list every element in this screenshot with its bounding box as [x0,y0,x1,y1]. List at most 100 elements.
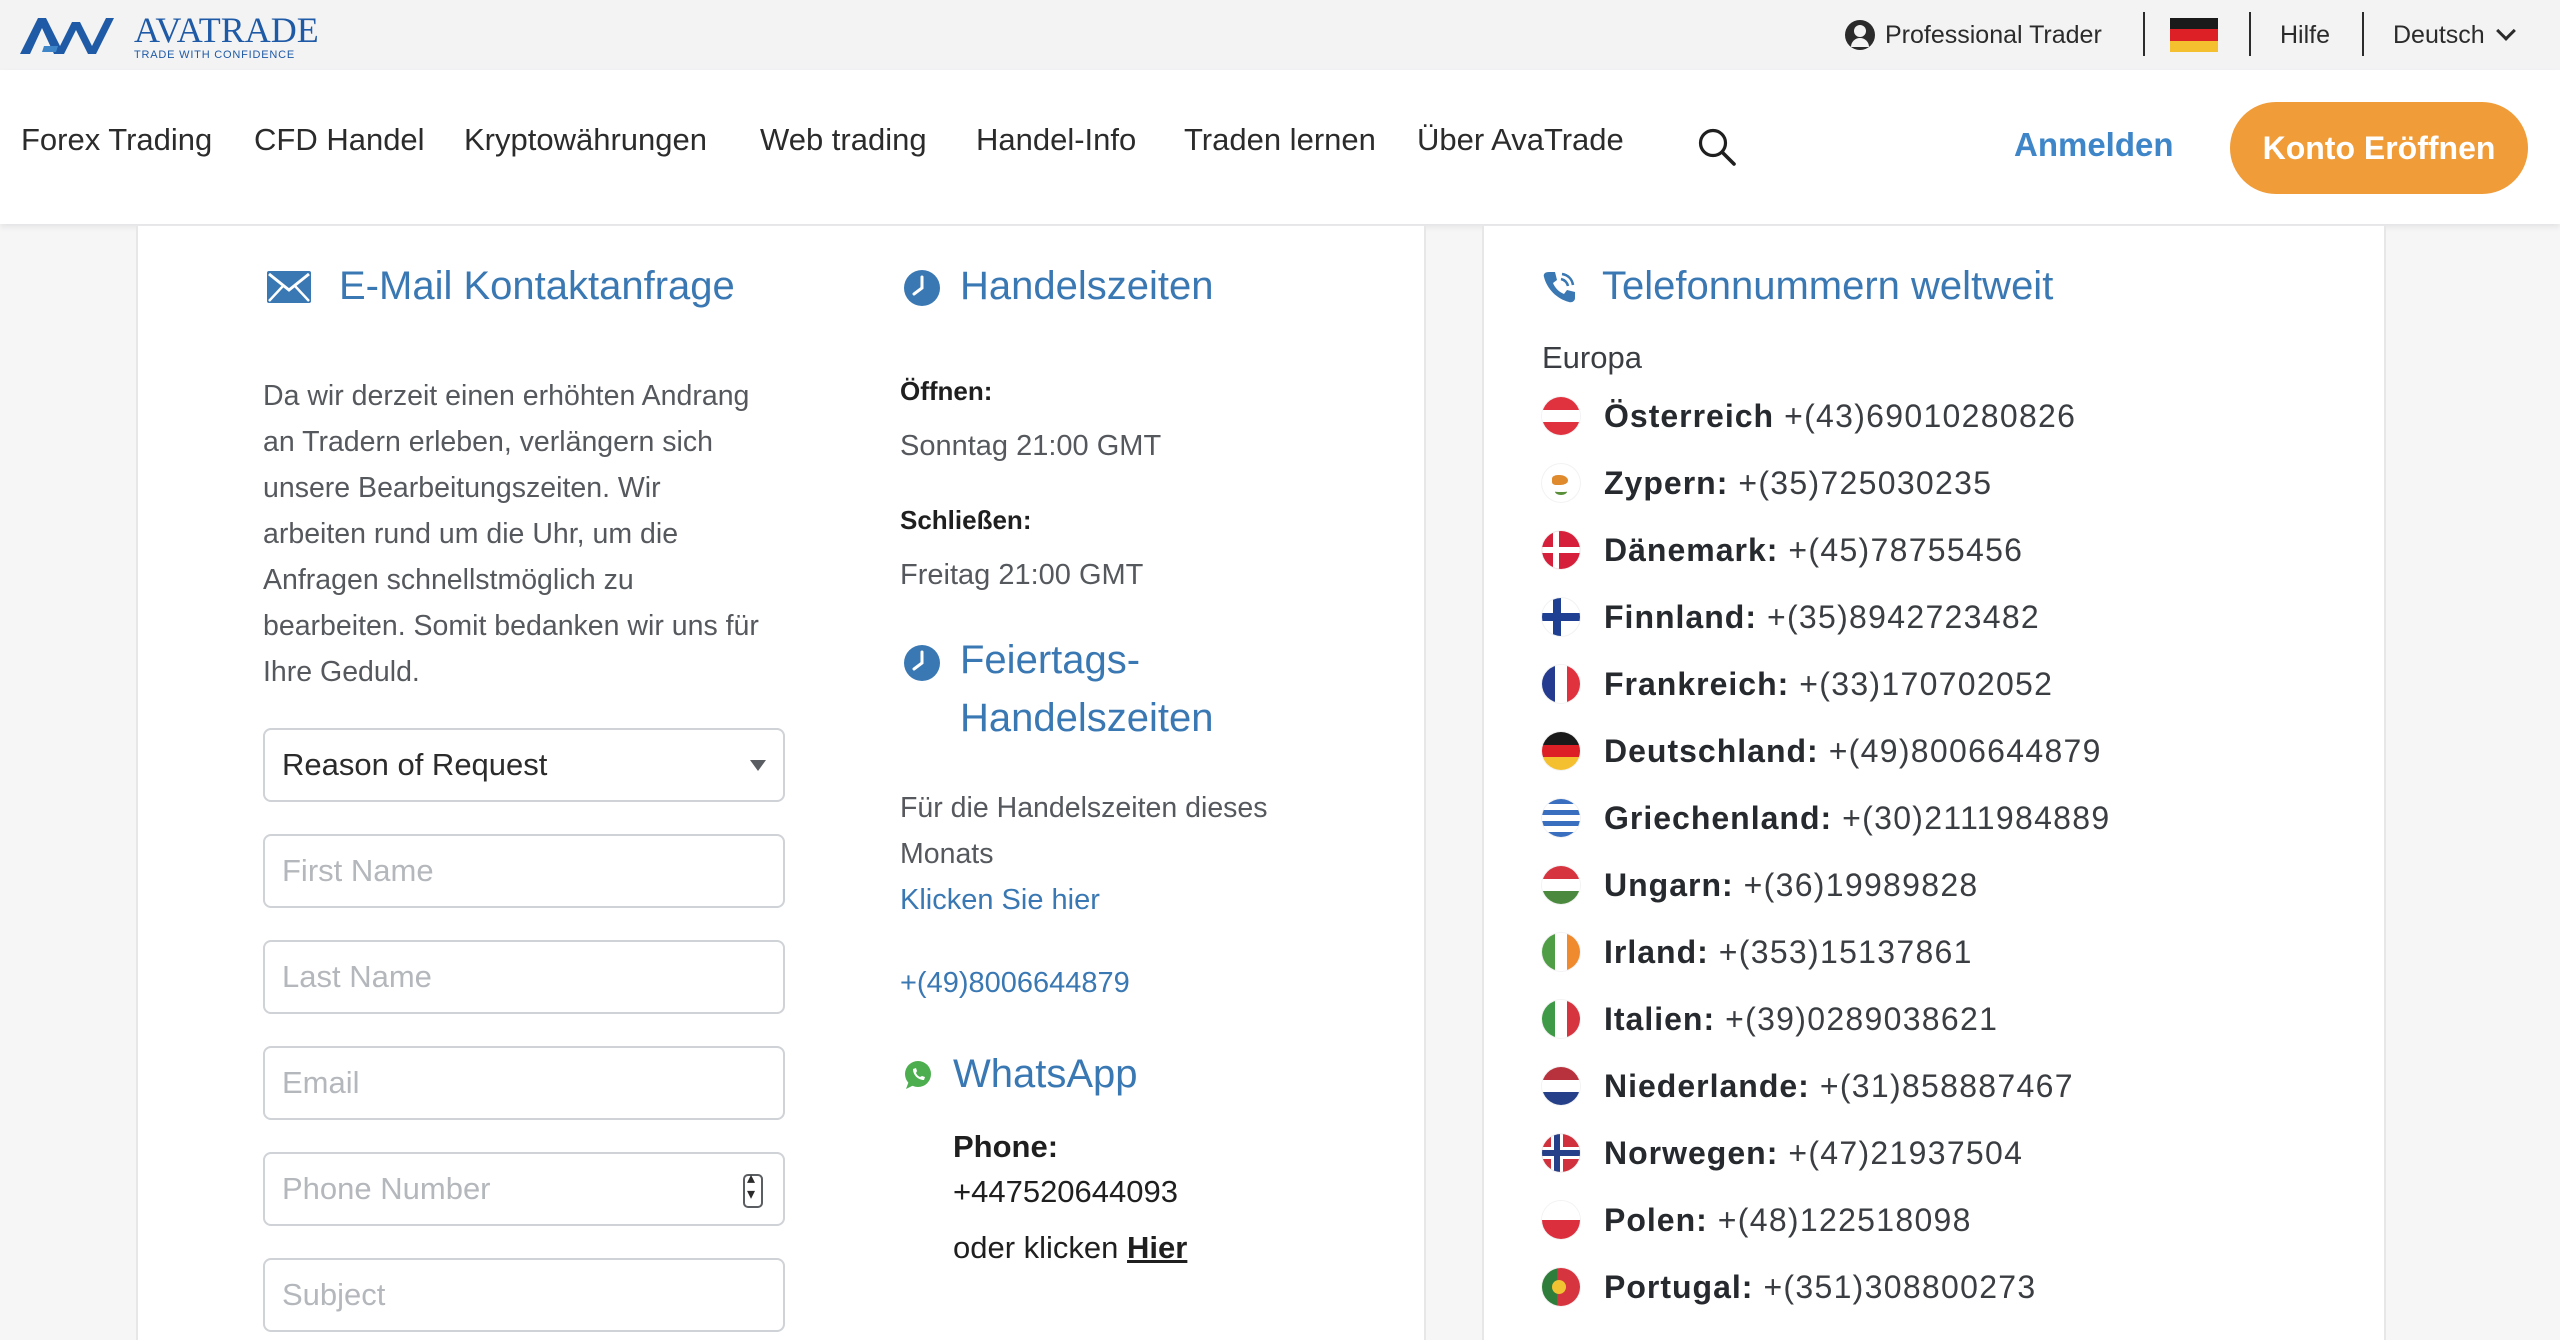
holiday-text: Für die Handelszeiten dieses Monats [900,785,1268,877]
whatsapp-icon [902,1059,934,1096]
top-utility-bar: AVATRADE TRADE WITH CONFIDENCE Professio… [0,0,2560,70]
number-stepper-icon[interactable] [743,1168,763,1208]
whatsapp-title: WhatsApp [953,1052,1138,1096]
ava-logo-icon [20,18,114,54]
nav-handel-info[interactable]: Handel-Info [976,122,1136,158]
nav-kryptowaehrungen[interactable]: Kryptowährungen [464,122,707,158]
country-name: Deutschland: [1604,732,1819,769]
nav-traden-lernen[interactable]: Traden lernen [1184,122,1376,158]
nav-web-trading[interactable]: Web trading [760,122,927,158]
holiday-phone-link[interactable]: +(49)8006644879 [900,967,1130,1000]
phone-row-hungary: Ungarn: +(36)19989828 [1542,860,1979,910]
search-icon[interactable] [1697,127,1737,167]
reason-select-value: Reason of Request [282,747,548,782]
open-account-button[interactable]: Konto Eröffnen [2230,102,2528,194]
poland-flag-icon [1542,1201,1580,1239]
phone-row-italy: Italien: +(39)0289038621 [1542,994,1998,1044]
nav-forex-trading[interactable]: Forex Trading [21,122,212,158]
norway-flag-icon [1542,1134,1580,1172]
phone-number[interactable]: +(47)21937504 [1788,1135,2023,1172]
nav-ueber-avatrade[interactable]: Über AvaTrade [1417,122,1624,158]
help-link[interactable]: Hilfe [2280,0,2330,70]
avatrade-logo[interactable]: AVATRADE TRADE WITH CONFIDENCE [20,10,319,62]
phone-number[interactable]: +(353)15137861 [1719,934,1973,971]
phone-row-cyprus: Zypern: +(35)725030235 [1542,458,1992,508]
phone-row-france: Frankreich: +(33)170702052 [1542,659,2053,709]
phone-row-greece: Griechenland: +(30)2111984889 [1542,793,2110,843]
holiday-title-line: Handelszeiten [960,696,1214,740]
phone-number[interactable]: +(49)8006644879 [1829,733,2102,770]
phone-number[interactable]: +(48)122518098 [1718,1202,1972,1239]
phone-number[interactable]: +(35)8942723482 [1767,599,2040,636]
whatsapp-phone-value: +447520644093 [953,1174,1178,1209]
phone-number[interactable]: +(30)2111984889 [1842,800,2110,837]
open-label: Öffnen: [900,376,993,406]
whatsapp-here-link[interactable]: Hier [1127,1230,1187,1265]
phone-row-netherlands: Niederlande: +(31)858887467 [1542,1061,2074,1111]
country-name: Dänemark: [1604,531,1779,568]
country-name: Norwegen: [1604,1134,1779,1171]
phone-number[interactable]: +(35)725030235 [1738,465,1992,502]
phone-number[interactable]: +(43)69010280826 [1784,398,2076,435]
login-link[interactable]: Anmelden [2014,126,2174,164]
france-flag-icon [1542,665,1580,703]
close-value: Freitag 21:00 GMT [900,559,1144,591]
country-name: Ungarn: [1604,866,1734,903]
italy-flag-icon [1542,1000,1580,1038]
language-dropdown[interactable]: Deutsch [2393,0,2516,70]
phone-row-austria: Österreich +(43)69010280826 [1542,391,2076,441]
phone-row-denmark: Dänemark: +(45)78755456 [1542,525,2023,575]
country-name: Polen: [1604,1201,1708,1238]
professional-trader-label: Professional Trader [1885,20,2102,49]
email-placeholder: Email [282,1065,360,1100]
intro-line: bearbeiten. Somit bedanken wir uns für [263,610,759,642]
phone-numbers-title: Telefonnummern weltweit [1602,264,2054,308]
phone-number[interactable]: +(351)308800273 [1763,1269,2036,1306]
phone-number[interactable]: +(39)0289038621 [1725,1001,1998,1038]
phone-number[interactable]: +(31)858887467 [1820,1068,2074,1105]
country-name: Niederlande: [1604,1067,1810,1104]
austria-flag-icon [1542,397,1580,435]
phone-number[interactable]: +(33)170702052 [1799,666,2053,703]
country-name: Irland: [1604,933,1709,970]
portugal-flag-icon [1542,1268,1580,1306]
whatsapp-click-prefix: oder klicken [953,1230,1119,1265]
holiday-click-here-link[interactable]: Klicken Sie hier [900,884,1100,917]
main-navigation: Forex Trading CFD Handel Kryptowährungen… [0,70,2560,224]
chevron-down-icon [2495,21,2516,41]
clock-icon [903,644,941,687]
country-name: Österreich [1604,397,1775,434]
trading-hours-title: Handelszeiten [960,264,1214,308]
region-europe: Europa [1542,340,1642,375]
reason-of-request-select[interactable]: Reason of Request [263,728,785,802]
phone-number[interactable]: +(45)78755456 [1788,532,2023,569]
phone-row-poland: Polen: +(48)122518098 [1542,1195,1972,1245]
subject-input[interactable]: Subject [263,1258,785,1332]
holiday-title-line: Feiertags- [960,638,1141,682]
last-name-placeholder: Last Name [282,959,432,994]
professional-trader-link[interactable]: Professional Trader [1845,0,2102,70]
germany-flag-icon [1542,732,1580,770]
intro-line: Anfragen schnellstmöglich zu [263,564,634,596]
denmark-flag-icon [1542,531,1580,569]
holiday-text-line: Monats [900,838,994,870]
phone-row-portugal: Portugal: +(351)308800273 [1542,1262,2037,1312]
phone-number-input[interactable]: Phone Number [263,1152,785,1226]
cyprus-flag-icon [1542,464,1580,502]
ireland-flag-icon [1542,933,1580,971]
first-name-input[interactable]: First Name [263,834,785,908]
language-flag-button[interactable] [2170,0,2218,70]
intro-line: unsere Bearbeitungszeiten. Wir [263,472,661,504]
country-name: Finnland: [1604,598,1757,635]
last-name-input[interactable]: Last Name [263,940,785,1014]
whatsapp-phone-label: Phone: [953,1129,1059,1164]
phone-number[interactable]: +(36)19989828 [1744,867,1979,904]
country-name: Portugal: [1604,1268,1754,1305]
netherlands-flag-icon [1542,1067,1580,1105]
phone-row-finland: Finnland: +(35)8942723482 [1542,592,2040,642]
email-section-title: E-Mail Kontaktanfrage [339,264,735,308]
email-input[interactable]: Email [263,1046,785,1120]
intro-line: arbeiten rund um die Uhr, um die [263,518,679,550]
nav-cfd-handel[interactable]: CFD Handel [254,122,425,158]
holiday-text-line: Für die Handelszeiten dieses [900,792,1268,824]
